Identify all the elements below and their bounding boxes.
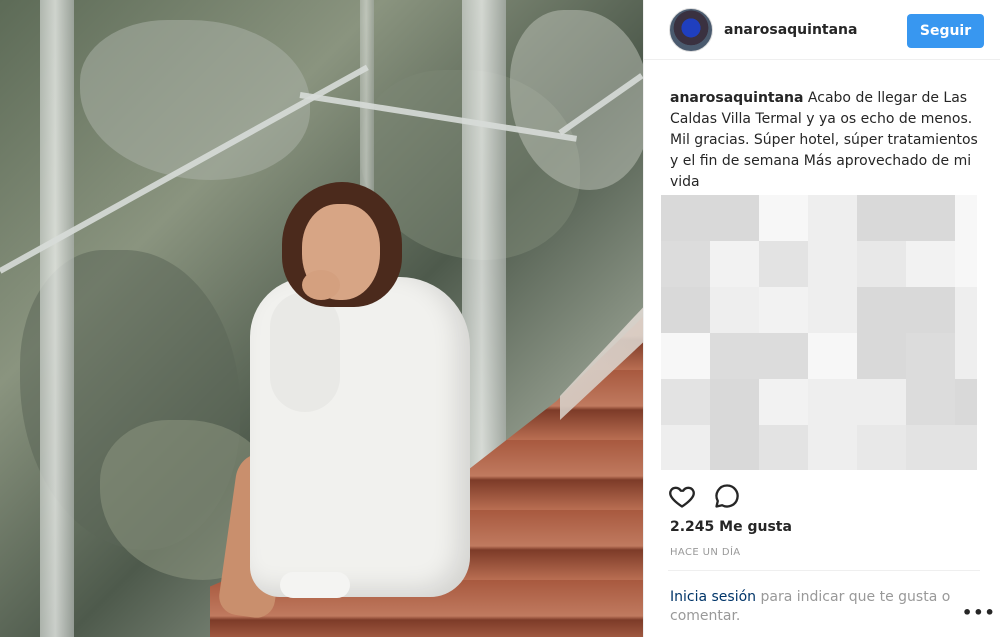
pixel-tile [808,195,857,241]
likes-count[interactable]: 2.245 Me gusta [670,519,792,535]
pixel-tile [759,333,808,379]
pixel-tile [661,425,710,470]
pixel-tile [661,333,710,379]
photo-glass-pillar [40,0,74,637]
avatar[interactable] [669,8,713,52]
pixel-tile [906,333,955,379]
photo-hand [302,270,340,300]
login-link[interactable]: Inicia sesión [670,589,756,605]
pixel-tile [710,241,759,287]
pixel-tile [955,287,977,333]
pixel-tile [759,379,808,425]
login-prompt: Inicia sesión para indicar que te gusta … [670,588,970,626]
post-actions [668,482,978,512]
pixel-tile [857,195,906,241]
pixel-tile [661,287,710,333]
pixel-tile [661,379,710,425]
pixel-tile [710,379,759,425]
heart-icon[interactable] [668,482,696,510]
pixel-tile [661,241,710,287]
pixel-tile [759,425,808,470]
caption-username[interactable]: anarosaquintana [670,90,803,106]
pixel-tile [710,195,759,241]
pixel-tile [808,425,857,470]
pixel-tile [857,379,906,425]
photo-rock [80,20,310,180]
comment-bubble-icon[interactable] [713,482,741,510]
pixel-tile [955,425,977,470]
pixel-tile [710,287,759,333]
pixel-tile [808,333,857,379]
pixel-tile [857,287,906,333]
header-username[interactable]: anarosaquintana [724,22,857,38]
pixel-tile [906,195,955,241]
pixel-tile [955,195,977,241]
pixel-tile [661,195,710,241]
pixel-tile [955,379,977,425]
pixel-tile [955,333,977,379]
pixel-tile [759,287,808,333]
pixel-tile [808,287,857,333]
post-timestamp[interactable]: HACE UN DÍA [670,547,741,558]
divider [668,570,980,571]
post-header: anarosaquintana Seguir [644,0,1000,60]
pixel-tile [857,425,906,470]
pixel-tile [759,195,808,241]
photo-person-in-robe [216,182,480,637]
photo-robe-arm [270,292,340,412]
pixelated-comments-area [661,195,977,470]
pixel-tile [710,425,759,470]
pixel-tile [906,379,955,425]
photo-slipper [280,572,350,598]
more-options-icon[interactable]: ••• [962,603,996,622]
pixel-tile [808,241,857,287]
post-photo[interactable] [0,0,643,637]
post-side-panel: anarosaquintana Seguir anarosaquintana A… [643,0,1000,637]
pixel-tile [710,333,759,379]
pixel-tile [906,425,955,470]
pixel-tile [955,241,977,287]
pixel-tile [857,241,906,287]
pixel-tile [759,241,808,287]
pixel-tile [906,287,955,333]
pixel-tile [906,241,955,287]
follow-button[interactable]: Seguir [907,14,984,48]
post-caption: anarosaquintana Acabo de llegar de Las C… [670,88,988,193]
pixel-tile [857,333,906,379]
pixel-tile [808,379,857,425]
